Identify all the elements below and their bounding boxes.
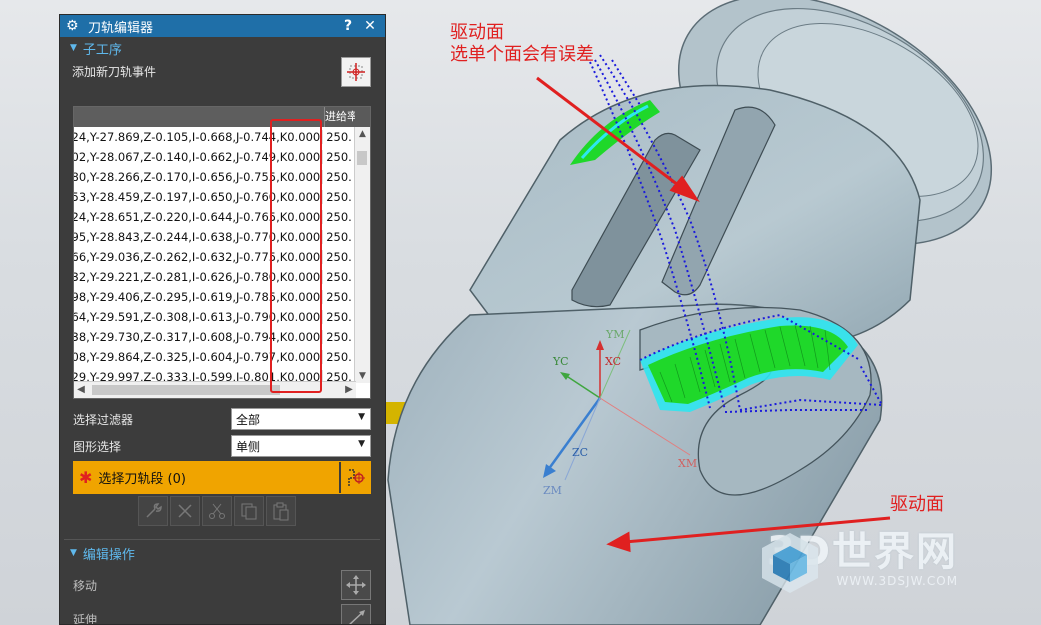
required-star-icon: ✱ xyxy=(79,468,93,487)
section-suboperation-label: 子工序 xyxy=(82,42,122,58)
k-column-highlight-box xyxy=(270,119,322,393)
feed-cell: 250. xyxy=(322,250,356,264)
select-segment-row[interactable]: ✱ 选择刀轨段 (0) xyxy=(73,461,371,494)
scroll-thumb-horizontal[interactable] xyxy=(92,385,280,395)
edit-wrench-button[interactable] xyxy=(138,496,168,526)
scroll-right-icon[interactable]: ▶ xyxy=(342,382,356,398)
filter-value: 全部 xyxy=(236,412,261,427)
copy-button[interactable] xyxy=(234,496,264,526)
scroll-down-icon[interactable]: ▼ xyxy=(355,369,370,383)
table-header-feed: 进给率 xyxy=(325,110,355,123)
chevron-down-icon: ▼ xyxy=(358,412,365,422)
section-suboperation-header[interactable]: ▼ 子工序 xyxy=(60,37,385,59)
feed-cell: 250. xyxy=(322,270,356,284)
watermark: 3D世界网 WWW.3DSJW.COM xyxy=(757,530,958,593)
triad-xm-label: XM xyxy=(678,457,698,470)
cube-logo-icon xyxy=(762,533,818,593)
dialog-titlebar[interactable]: ⚙ 刀轨编辑器 ? ✕ xyxy=(60,15,385,37)
section-edit-header[interactable]: ▼ 编辑操作 xyxy=(60,542,135,564)
gear-icon: ⚙ xyxy=(66,18,79,34)
dialog-title: 刀轨编辑器 xyxy=(88,20,154,36)
table-vertical-scrollbar[interactable]: ▲ ▼ xyxy=(354,127,370,383)
feed-cell: 250. xyxy=(322,290,356,304)
triad-xc-label: XC xyxy=(605,355,622,368)
feed-cell: 250. xyxy=(322,310,356,324)
feed-cell: 250. xyxy=(322,350,356,364)
add-event-row: 添加新刀轨事件 xyxy=(60,57,385,87)
move-button[interactable] xyxy=(341,570,371,600)
segment-tools xyxy=(138,496,296,526)
delete-x-icon xyxy=(178,504,192,518)
feed-cell: 250. xyxy=(322,190,356,204)
select-segment-field[interactable]: ✱ 选择刀轨段 (0) xyxy=(73,461,339,494)
add-event-icon xyxy=(347,63,365,81)
feed-cell: 250. xyxy=(322,230,356,244)
filter-label: 选择过滤器 xyxy=(73,412,134,427)
feed-cell: 250. xyxy=(322,130,356,144)
filter-select[interactable]: 全部 ▼ xyxy=(231,408,371,430)
scroll-up-icon[interactable]: ▲ xyxy=(355,127,370,141)
feed-cell: 250. xyxy=(322,170,356,184)
annotation-drive-face-bottom: 驱动面 xyxy=(890,494,944,515)
section-divider xyxy=(64,539,380,540)
table-header: 进给率 xyxy=(74,107,370,127)
segment-select-icon xyxy=(348,468,365,486)
paste-icon xyxy=(273,502,289,521)
annotation-drive-face-top: 驱动面 xyxy=(450,22,504,43)
annotation-single-face-note: 选单个面会有误差 xyxy=(450,44,594,65)
copy-icon xyxy=(241,503,257,520)
extend-label: 延伸 xyxy=(73,613,98,625)
triad-yc-label: YC xyxy=(553,355,569,368)
extend-button[interactable] xyxy=(341,604,371,624)
scissors-icon xyxy=(209,503,225,519)
wrench-icon xyxy=(146,503,162,518)
add-event-button[interactable] xyxy=(341,57,371,87)
feed-cell: 250. xyxy=(322,330,356,344)
extend-icon xyxy=(349,610,365,624)
shape-row: 图形选择 单侧 ▼ xyxy=(73,434,371,458)
collapse-triangle-icon: ▼ xyxy=(70,43,77,53)
paste-button[interactable] xyxy=(266,496,296,526)
collapse-triangle-icon: ▼ xyxy=(70,548,77,558)
toolpath-editor-dialog: ⚙ 刀轨编辑器 ? ✕ ▼ 子工序 添加新刀轨事件 进给率 24,Y-27.86… xyxy=(59,14,386,625)
shape-select[interactable]: 单侧 ▼ xyxy=(231,435,371,457)
feed-cell: 250. xyxy=(322,210,356,224)
delete-button[interactable] xyxy=(170,496,200,526)
section-edit-label: 编辑操作 xyxy=(82,547,135,563)
triad-zm-label: ZM xyxy=(543,484,562,497)
scroll-left-icon[interactable]: ◀ xyxy=(74,382,88,398)
filter-row: 选择过滤器 全部 ▼ xyxy=(73,407,371,431)
select-segment-button[interactable] xyxy=(339,462,371,493)
close-button[interactable]: ✕ xyxy=(361,18,379,34)
add-event-label: 添加新刀轨事件 xyxy=(72,64,157,79)
move-label: 移动 xyxy=(73,579,98,593)
cut-button[interactable] xyxy=(202,496,232,526)
shape-label: 图形选择 xyxy=(73,439,122,454)
triad-ym-label: YM xyxy=(606,328,625,341)
triad-zc-label: ZC xyxy=(572,446,589,459)
chevron-down-icon: ▼ xyxy=(358,439,365,449)
move-arrows-icon xyxy=(346,575,366,595)
toolpath-event-table[interactable]: 进给率 24,Y-27.869,Z-0.105,I-0.668,J-0.744,… xyxy=(73,106,371,399)
help-button[interactable]: ? xyxy=(339,18,357,34)
shape-value: 单侧 xyxy=(236,439,261,454)
scroll-thumb-vertical[interactable] xyxy=(357,151,367,165)
feed-cell: 250. xyxy=(322,150,356,164)
select-segment-label: 选择刀轨段 (0) xyxy=(98,472,186,487)
